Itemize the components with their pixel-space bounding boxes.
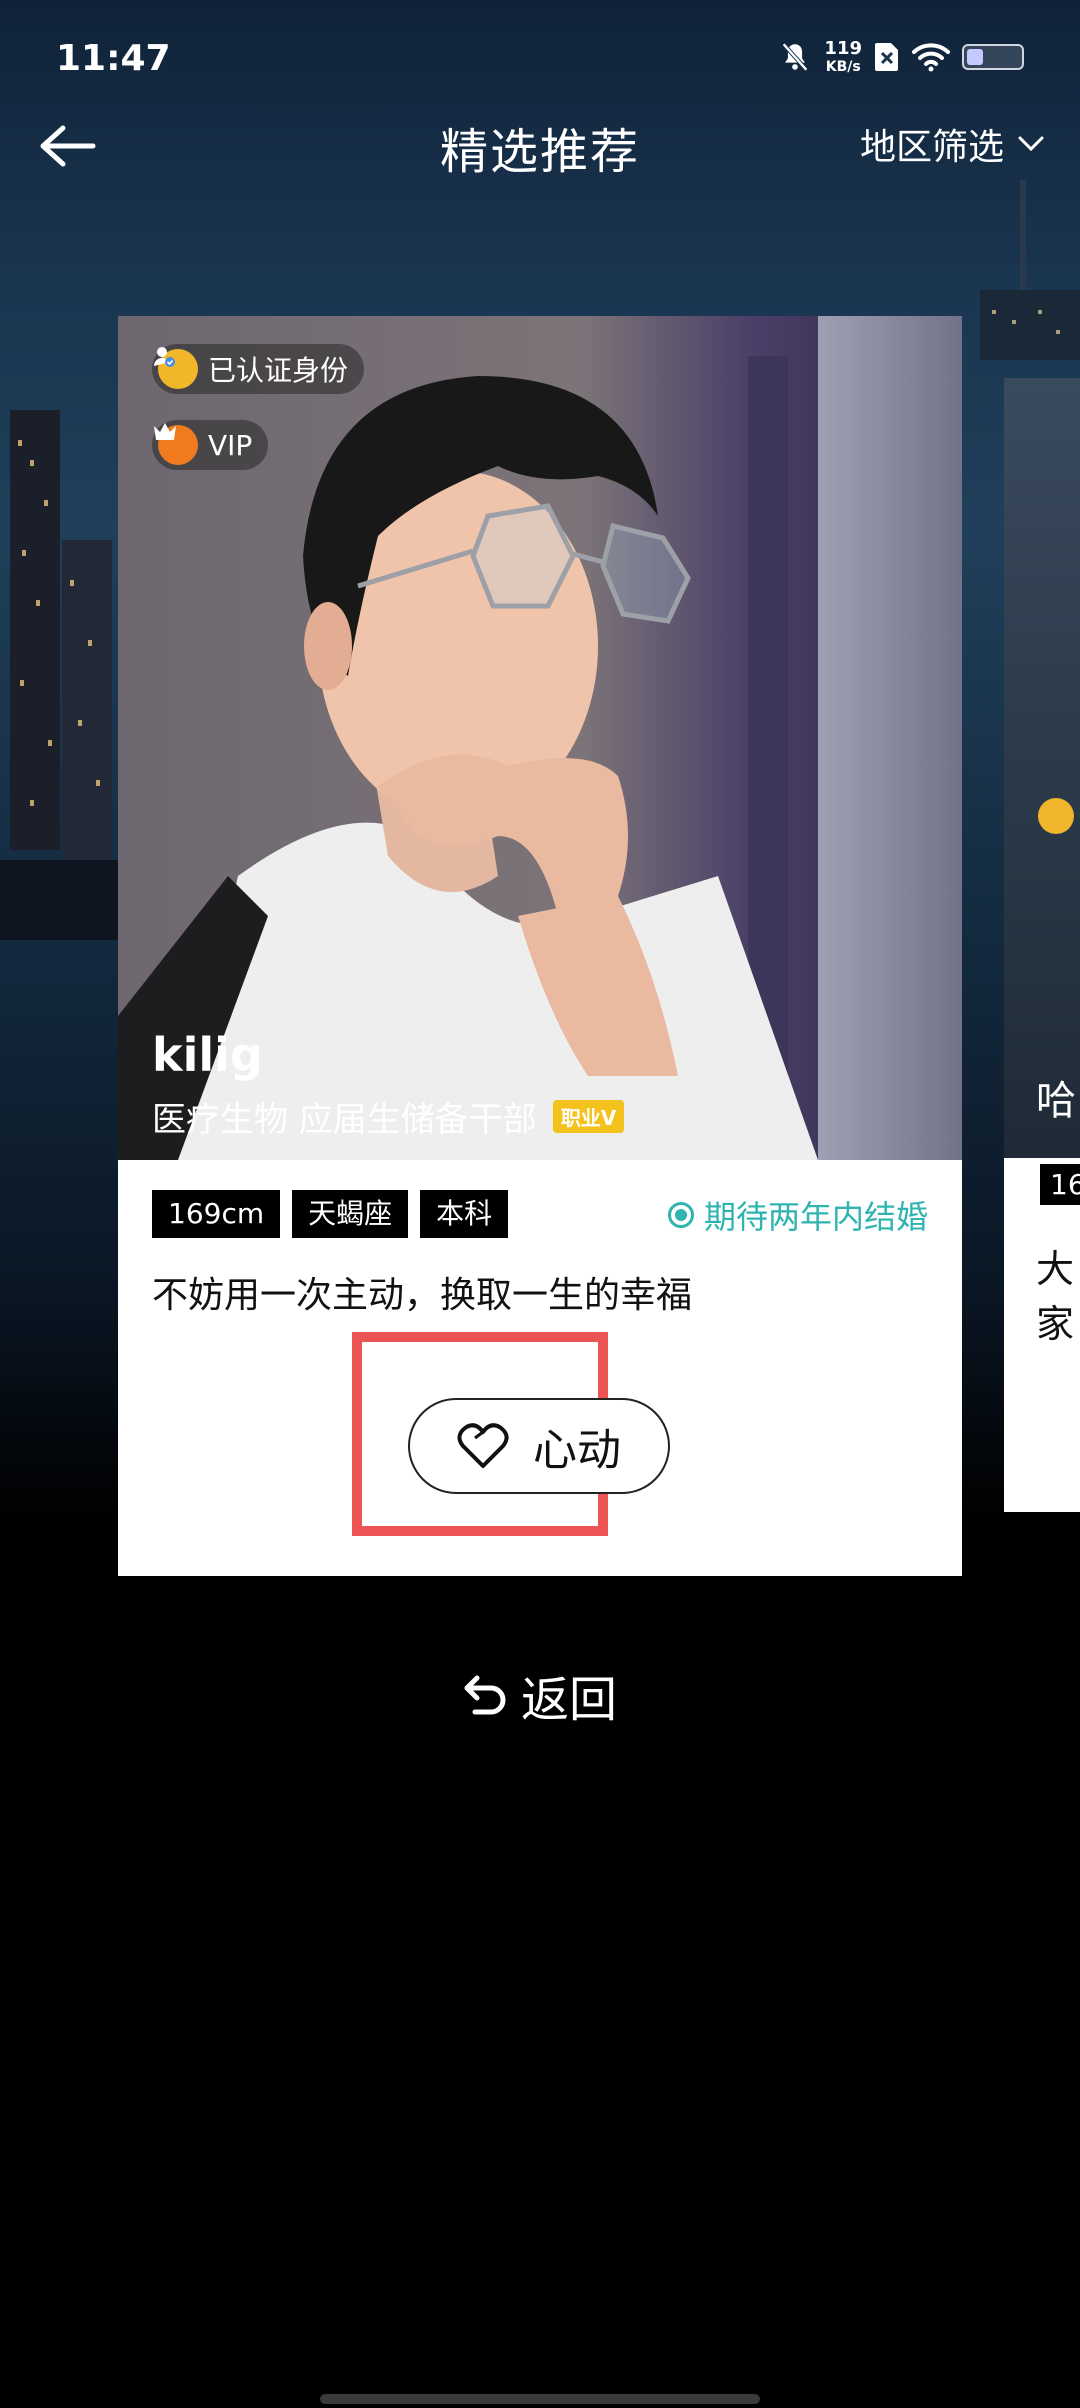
verified-identity-label: 已认证身份 bbox=[208, 354, 349, 387]
verified-badge-icon bbox=[1038, 798, 1074, 834]
profile-photo: 已认证身份 VIP kilig 医疗生物 应届生储备干部 职业V bbox=[118, 316, 962, 1160]
battery-icon bbox=[962, 44, 1024, 70]
home-indicator[interactable] bbox=[320, 2394, 760, 2404]
header: 精选推荐 地区筛选 bbox=[0, 100, 1080, 200]
wifi-icon bbox=[912, 43, 950, 72]
undo-icon bbox=[464, 1675, 506, 1715]
tag-education: 本科 bbox=[420, 1190, 509, 1238]
like-button[interactable]: 心动 bbox=[408, 1398, 670, 1494]
sim-off-icon bbox=[875, 43, 898, 71]
radio-dot-icon bbox=[667, 1202, 694, 1228]
vip-label: VIP bbox=[208, 428, 253, 462]
region-filter-button[interactable]: 地区筛选 bbox=[860, 118, 1044, 170]
skyline-left bbox=[0, 410, 120, 940]
vip-badge: VIP bbox=[152, 420, 269, 470]
profile-name: kilig bbox=[152, 1028, 263, 1082]
bell-muted-icon bbox=[782, 42, 809, 72]
profile-job: 医疗生物 应届生储备干部 职业V bbox=[152, 1092, 625, 1141]
return-label: 返回 bbox=[520, 1672, 617, 1728]
next-profile-motto: 大家 bbox=[1036, 1247, 1075, 1346]
crown-icon bbox=[154, 423, 198, 465]
status-time: 11:47 bbox=[56, 38, 171, 79]
tag-height: 169cm bbox=[152, 1190, 281, 1238]
verified-user-icon bbox=[154, 347, 198, 389]
verified-identity-badge: 已认证身份 bbox=[152, 344, 365, 394]
region-filter-label: 地区筛选 bbox=[859, 127, 1004, 168]
profile-tags: 169cm 天蝎座 本科 bbox=[152, 1190, 509, 1238]
screen: 11:47 119 KB/s 精选推荐 地区筛选 哈 16 大家 已认证身份 V… bbox=[0, 0, 1080, 2408]
profile-job-text: 医疗生物 应届生储备干部 bbox=[152, 1100, 537, 1140]
chevron-down-icon bbox=[1018, 136, 1044, 152]
status-icons: 119 KB/s bbox=[778, 40, 1024, 74]
marriage-expectation-text: 期待两年内结婚 bbox=[703, 1198, 928, 1236]
next-profile-name: 哈 bbox=[1036, 1078, 1076, 1124]
net-speed: 119 KB/s bbox=[824, 38, 862, 75]
heart-icon bbox=[457, 1423, 509, 1468]
battery-fill bbox=[967, 49, 983, 65]
tag-zodiac: 天蝎座 bbox=[292, 1190, 409, 1238]
like-button-label: 心动 bbox=[533, 1425, 621, 1476]
return-button[interactable]: 返回 bbox=[0, 1660, 1080, 1730]
next-profile-photo bbox=[1004, 378, 1080, 1158]
profile-card[interactable]: 已认证身份 VIP kilig 医疗生物 应届生储备干部 职业V 169cm 天… bbox=[118, 316, 962, 1576]
marriage-expectation: 期待两年内结婚 bbox=[667, 1192, 928, 1238]
next-profile-card[interactable]: 哈 16 大家 bbox=[1004, 378, 1080, 1512]
profile-motto: 不妨用一次主动，换取一生的幸福 bbox=[152, 1275, 693, 1316]
job-verified-badge: 职业V bbox=[552, 1100, 625, 1133]
net-speed-unit: KB/s bbox=[825, 59, 861, 75]
next-profile-tag: 16 bbox=[1040, 1164, 1080, 1205]
net-speed-value: 119 bbox=[824, 38, 862, 59]
